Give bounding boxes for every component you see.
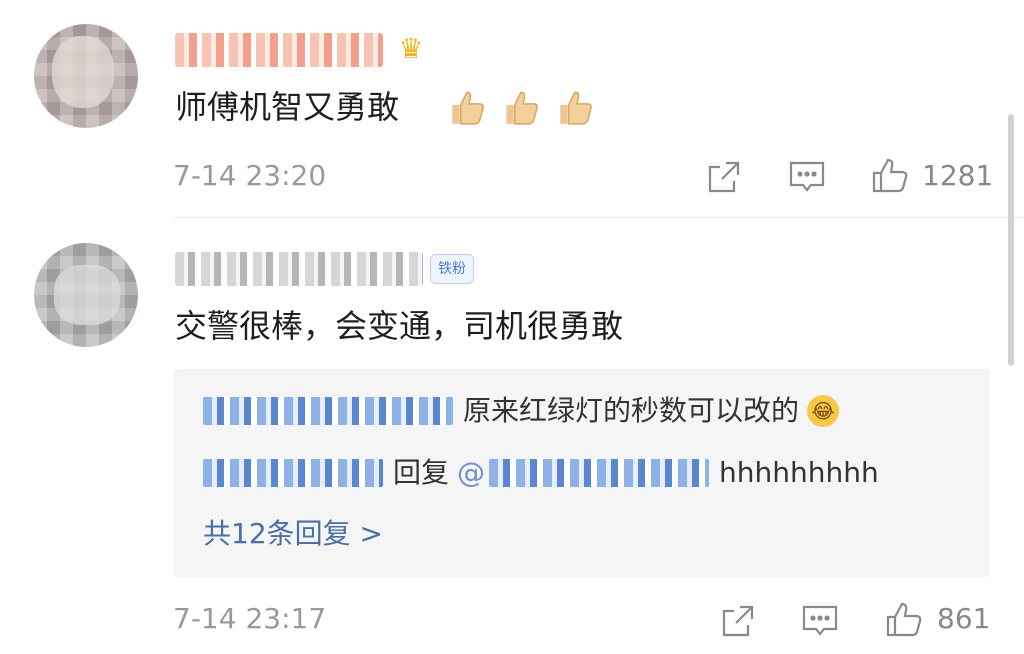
mention-at: @: [457, 456, 486, 489]
reply-item[interactable]: 回复 @ hhhhhhhhh: [203, 452, 879, 493]
thumbs-up-emoji-icon: [452, 91, 484, 125]
reply-item[interactable]: 原来红绿灯的秒数可以改的 😂: [203, 390, 840, 431]
comment-text: 交警很棒，会变通，司机很勇敢: [175, 307, 624, 345]
comment-time: 7-14 23:17: [173, 602, 327, 635]
username-blurred[interactable]: [175, 33, 383, 67]
thumbs-up-icon[interactable]: [870, 155, 910, 195]
comment-icon[interactable]: [800, 601, 840, 641]
avatar[interactable]: [34, 243, 138, 347]
scrollbar[interactable]: [1008, 114, 1014, 366]
divider: [173, 217, 1024, 218]
thumbs-up-emoji-icon: [506, 91, 538, 125]
thumbs-up-icon[interactable]: [884, 599, 924, 639]
more-replies-link[interactable]: 共12条回复 >: [203, 514, 383, 554]
share-icon[interactable]: [718, 601, 758, 641]
comment-time: 7-14 23:20: [173, 159, 327, 192]
laughing-tears-emoji-icon: 😂: [807, 395, 840, 427]
reply-text: 原来红绿灯的秒数可以改的: [463, 394, 800, 427]
username-blurred[interactable]: [175, 252, 423, 286]
avatar[interactable]: [34, 24, 138, 128]
crown-icon: ♛: [398, 32, 424, 65]
fan-badge: 铁粉: [430, 254, 474, 284]
comment-text: 师傅机智又勇敢: [175, 88, 400, 126]
reply-keyword: 回复: [393, 456, 450, 489]
reply-username-blurred[interactable]: [203, 459, 383, 487]
thumbs-up-emoji-icon: [560, 91, 592, 125]
like-count: 861: [937, 602, 991, 635]
like-count: 1281: [922, 159, 994, 192]
comment-icon[interactable]: [787, 157, 827, 197]
share-icon[interactable]: [704, 157, 744, 197]
reply-username-blurred[interactable]: [203, 397, 453, 425]
mention-username-blurred[interactable]: [489, 459, 710, 487]
thumbs-up-emoji-group: [446, 86, 608, 130]
reply-text: hhhhhhhhh: [719, 456, 879, 489]
